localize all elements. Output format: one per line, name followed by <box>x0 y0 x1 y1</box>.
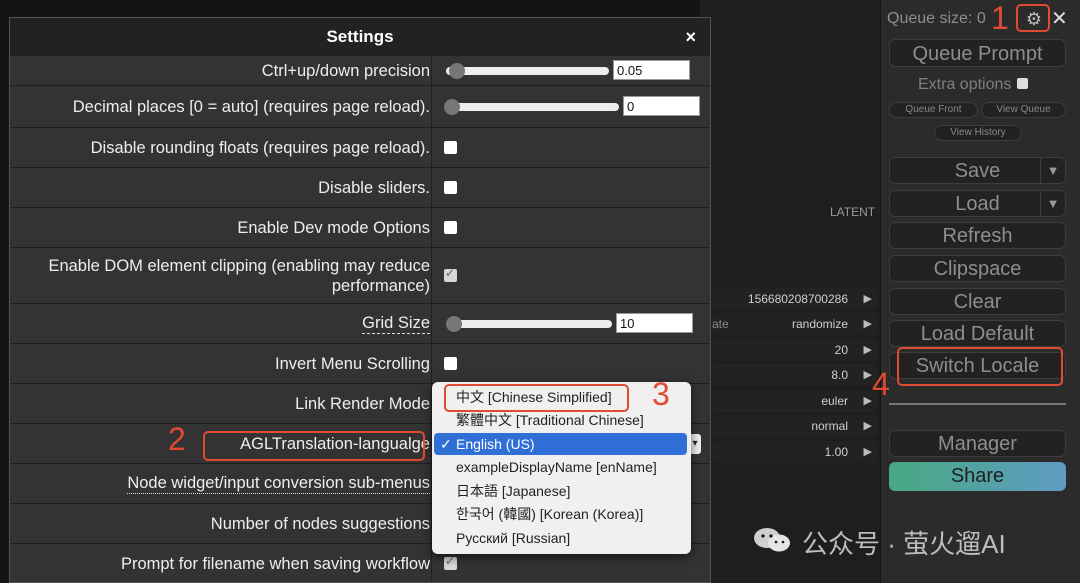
setting-label: Disable rounding floats (requires page r… <box>90 138 430 157</box>
dom-clipping-checkbox[interactable] <box>444 266 457 282</box>
grid-size-slider[interactable] <box>446 319 612 328</box>
setting-label: Decimal places [0 = auto] (requires page… <box>72 97 430 116</box>
view-queue-button[interactable]: View Queue <box>981 102 1066 118</box>
dialog-title: Settings <box>326 27 394 46</box>
annotation-number-1: 1 <box>991 0 1009 36</box>
slider-knob[interactable] <box>446 315 462 332</box>
invert-scrolling-checkbox[interactable] <box>444 356 457 370</box>
widget-seed[interactable]: 156680208700286 ▶ <box>712 288 878 310</box>
grid-size-input[interactable]: 10 <box>616 312 693 333</box>
save-label: Save <box>954 160 1001 182</box>
setting-row: Invert Menu Scrolling <box>10 344 710 384</box>
setting-label: Link Render Mode <box>295 394 430 413</box>
precision-slider[interactable] <box>446 66 609 75</box>
disable-rounding-checkbox[interactable] <box>444 140 457 154</box>
check-icon: ✓ <box>440 436 452 452</box>
watermark-text: 公众号 · 萤火遛AI <box>802 529 1006 559</box>
dialog-header: Settings × <box>10 18 710 56</box>
widget-scheduler[interactable]: normal ▶ <box>712 415 878 437</box>
queue-size: Queue size: 0 <box>887 10 986 27</box>
widget-steps[interactable]: 20 ▶ <box>712 339 878 361</box>
option-korean[interactable]: 한국어 (韓國) [Korean (Korea)] <box>434 503 687 525</box>
manager-button[interactable]: Manager <box>889 430 1066 457</box>
setting-row: Enable Dev mode Options <box>10 208 710 248</box>
setting-row: Disable rounding floats (requires page r… <box>10 128 710 168</box>
annotation-box-language <box>203 431 425 461</box>
setting-row: Enable DOM element clipping (enabling ma… <box>10 248 710 304</box>
extra-options-checkbox[interactable] <box>1017 78 1029 89</box>
setting-label: Disable sliders. <box>318 178 430 197</box>
save-button[interactable]: Save ▼ <box>889 157 1066 184</box>
chevron-down-icon[interactable]: ▼ <box>1040 191 1065 216</box>
annotation-box-switch-locale <box>897 347 1063 386</box>
widget-sampler[interactable]: euler ▶ <box>712 390 878 412</box>
slider-knob[interactable] <box>444 98 460 115</box>
setting-row: Grid Size 10 <box>10 304 710 344</box>
load-label: Load <box>955 193 1000 215</box>
option-japanese[interactable]: 日本語 [Japanese] <box>434 480 687 502</box>
annotation-box-chinese <box>444 384 629 412</box>
extra-options-label: Extra options <box>918 76 1012 93</box>
setting-label: Ctrl+up/down precision <box>261 61 430 80</box>
option-english-us[interactable]: ✓ English (US) <box>434 433 687 455</box>
close-icon[interactable]: ✕ <box>1051 6 1068 31</box>
dev-mode-checkbox[interactable] <box>444 220 457 234</box>
close-icon[interactable]: × <box>685 18 696 56</box>
disable-sliders-checkbox[interactable] <box>444 180 457 194</box>
setting-label: Enable DOM element clipping (enabling ma… <box>48 256 430 295</box>
option-traditional-chinese[interactable]: 繁體中文 [Traditional Chinese] <box>434 409 687 431</box>
annotation-box-gear <box>1016 4 1050 32</box>
setting-label: Node widget/input conversion sub-menus <box>127 474 430 494</box>
latent-label: LATENT <box>830 205 876 219</box>
wechat-icon <box>754 528 790 552</box>
prompt-filename-checkbox[interactable] <box>444 554 457 570</box>
setting-row: Disable sliders. <box>10 168 710 208</box>
queue-prompt-button[interactable]: Queue Prompt <box>889 39 1066 67</box>
setting-row: Ctrl+up/down precision 0.05 <box>10 56 710 86</box>
view-history-button[interactable]: View History <box>934 125 1022 141</box>
annotation-number-4: 4 <box>872 366 890 402</box>
clear-button[interactable]: Clear <box>889 288 1066 315</box>
queue-front-button[interactable]: Queue Front <box>889 102 978 118</box>
extra-options[interactable]: Extra options <box>918 76 1029 94</box>
option-example[interactable]: exampleDisplayName [enName] <box>434 456 687 478</box>
annotation-number-3: 3 <box>652 376 670 412</box>
load-default-button[interactable]: Load Default <box>889 320 1066 347</box>
widget-cfg[interactable]: 8.0 ▶ <box>712 364 878 386</box>
widget-control-after-generate[interactable]: ate randomize ▶ <box>712 313 878 335</box>
option-russian[interactable]: Русский [Russian] <box>434 527 687 549</box>
menu-divider <box>889 403 1066 405</box>
setting-label: Number of nodes suggestions <box>210 514 430 533</box>
setting-label: Prompt for filename when saving workflow <box>120 554 430 573</box>
setting-row: Decimal places [0 = auto] (requires page… <box>10 86 710 128</box>
setting-label: Enable Dev mode Options <box>237 218 430 237</box>
setting-label: Grid Size <box>362 314 430 334</box>
clipspace-button[interactable]: Clipspace <box>889 255 1066 282</box>
refresh-button[interactable]: Refresh <box>889 222 1066 249</box>
setting-label: Invert Menu Scrolling <box>275 354 430 373</box>
annotation-number-2: 2 <box>168 421 186 457</box>
slider-knob[interactable] <box>449 62 465 79</box>
decimal-places-input[interactable]: 0 <box>623 95 700 116</box>
load-button[interactable]: Load ▼ <box>889 190 1066 217</box>
widget-denoise[interactable]: 1.00 ▶ <box>712 441 878 463</box>
chevron-down-icon[interactable]: ▼ <box>1040 158 1065 183</box>
precision-input[interactable]: 0.05 <box>613 59 690 80</box>
decimal-places-slider[interactable] <box>446 102 619 111</box>
share-button[interactable]: Share <box>889 462 1066 491</box>
